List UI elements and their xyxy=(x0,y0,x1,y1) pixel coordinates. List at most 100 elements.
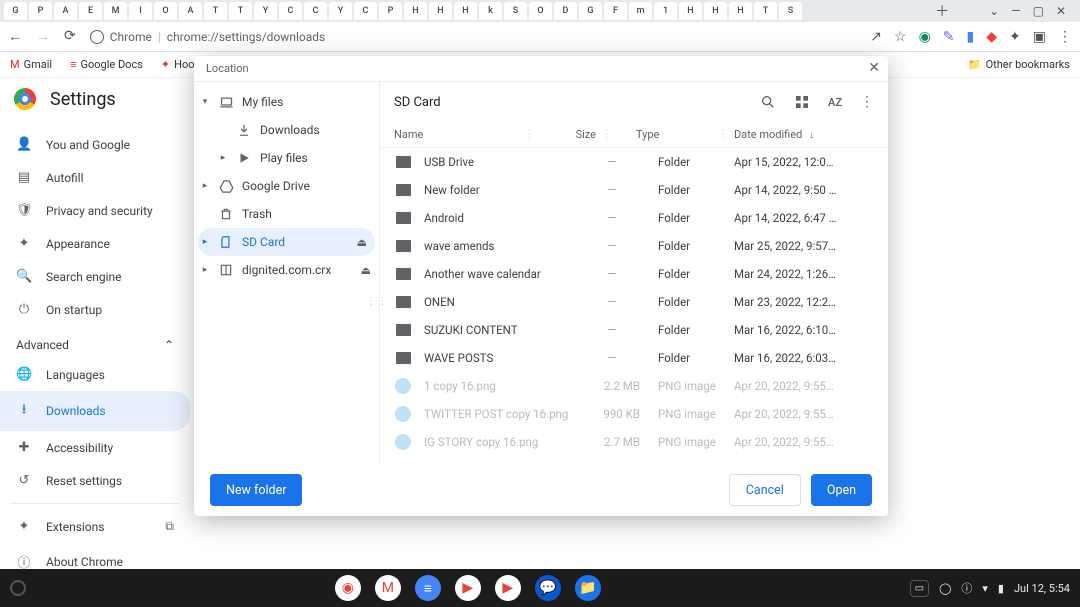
grid-view-icon[interactable] xyxy=(794,94,810,110)
file-size: — xyxy=(584,323,640,337)
file-row[interactable]: SUZUKI CONTENT—FolderMar 16, 2022, 6:10… xyxy=(380,316,888,344)
file-type: Folder xyxy=(640,239,734,253)
tree-label: My files xyxy=(242,95,379,109)
expander-icon[interactable]: ▾ xyxy=(200,97,210,107)
file-row[interactable]: wave amends—FolderMar 25, 2022, 9:57… xyxy=(380,232,888,260)
drag-handle-icon[interactable]: ⋮⋮ xyxy=(366,296,388,307)
file-name: IG STORY copy 16.png xyxy=(424,435,584,449)
file-row[interactable]: ONEN—FolderMar 23, 2022, 12:2… xyxy=(380,288,888,316)
shelf-app-play[interactable]: ▶ xyxy=(495,575,521,601)
expander-icon[interactable]: ▸ xyxy=(218,153,228,163)
tree-item[interactable]: Downloads xyxy=(194,116,379,144)
folder-icon xyxy=(396,184,411,196)
shelf-app-files[interactable]: 📁 xyxy=(575,575,601,601)
expander-icon[interactable]: ▸ xyxy=(200,237,210,247)
tray-overview-icon[interactable]: ▭ xyxy=(910,580,929,597)
file-type: PNG image xyxy=(640,407,734,421)
tree-item[interactable]: ▸Play files xyxy=(194,144,379,172)
close-icon[interactable]: ✕ xyxy=(868,60,880,76)
file-name: 1 copy 16.png xyxy=(424,379,584,393)
tray-status-1[interactable]: ◯ xyxy=(939,582,951,595)
archive-icon xyxy=(218,262,234,278)
tree-item[interactable]: ▸Google Drive xyxy=(194,172,379,200)
more-options-icon[interactable]: ⋮ xyxy=(860,94,874,110)
sort-desc-icon: ↓ xyxy=(809,130,814,141)
sort-az-icon[interactable]: AZ xyxy=(828,96,842,109)
tree-item[interactable]: ▸dignited.com.crx⏏ xyxy=(194,256,379,284)
file-name: USB Drive xyxy=(424,155,584,169)
tree-item[interactable]: Trash xyxy=(194,200,379,228)
drive-icon xyxy=(218,178,234,194)
shelf: ◉ M ≡ ▶ ▶ 💬 📁 ▭ ◯ ⓘ ▾ ▮ Jul 12, 5:54 xyxy=(0,569,1080,607)
file-date: Apr 20, 2022, 9:55… xyxy=(734,379,874,393)
folder-icon xyxy=(396,156,411,168)
col-size[interactable]: Size xyxy=(540,128,596,141)
breadcrumb: SD Card xyxy=(394,95,746,110)
col-type[interactable]: Type xyxy=(618,128,712,141)
play-icon xyxy=(236,150,252,166)
clock[interactable]: Jul 12, 5:54 xyxy=(1014,582,1070,595)
eject-icon[interactable]: ⏏ xyxy=(357,236,375,249)
file-row[interactable]: WAVE POSTS—FolderMar 16, 2022, 6:03… xyxy=(380,344,888,372)
wifi-icon[interactable]: ▾ xyxy=(982,582,988,595)
file-row[interactable]: New folder—FolderApr 14, 2022, 9:50 … xyxy=(380,176,888,204)
file-date: Apr 20, 2022, 9:55… xyxy=(734,407,874,421)
file-type: Folder xyxy=(640,267,734,281)
image-icon xyxy=(395,406,411,422)
file-size: 2.2 MB xyxy=(584,379,640,393)
shelf-app-youtube[interactable]: ▶ xyxy=(455,575,481,601)
new-folder-button[interactable]: New folder xyxy=(210,474,302,506)
file-picker-modal: Location ✕ ▾ My files Downloads▸Play files… xyxy=(194,56,888,516)
modal-title: Location xyxy=(206,62,249,75)
file-row[interactable]: USB Drive—FolderApr 15, 2022, 12:0… xyxy=(380,148,888,176)
file-type: Folder xyxy=(640,211,734,225)
folder-icon xyxy=(396,240,411,252)
docs-icon: ≡ xyxy=(424,580,432,597)
file-size: — xyxy=(584,183,640,197)
shelf-app-messages[interactable]: 💬 xyxy=(535,575,561,601)
battery-icon[interactable]: ▮ xyxy=(998,582,1004,595)
file-type: PNG image xyxy=(640,435,734,449)
file-name: Another wave calendar xyxy=(424,267,584,281)
file-date: Apr 15, 2022, 12:0… xyxy=(734,155,874,169)
file-type: Folder xyxy=(640,323,734,337)
file-row[interactable]: IG STORY copy 16.png2.7 MBPNG imageApr 2… xyxy=(380,428,888,456)
cancel-button[interactable]: Cancel xyxy=(729,474,801,506)
col-date[interactable]: Date modified ↓ xyxy=(734,128,874,141)
file-size: — xyxy=(584,267,640,281)
files-icon: 📁 xyxy=(579,580,596,596)
file-type: Folder xyxy=(640,155,734,169)
youtube-icon: ▶ xyxy=(462,580,473,596)
file-name: Android xyxy=(424,211,584,225)
file-name: TWITTER POST copy 16.png xyxy=(424,407,584,421)
file-row[interactable]: 1 copy 16.png2.2 MBPNG imageApr 20, 2022… xyxy=(380,372,888,400)
file-name: New folder xyxy=(424,183,584,197)
file-date: Mar 16, 2022, 6:10… xyxy=(734,323,874,337)
col-name[interactable]: Name xyxy=(394,128,518,141)
tree-item[interactable]: ▸ SD Card ⏏ xyxy=(198,228,375,256)
expander-icon[interactable]: ▸ xyxy=(200,265,210,275)
search-icon[interactable] xyxy=(760,94,776,110)
file-row[interactable]: TWITTER POST copy 16.png990 KBPNG imageA… xyxy=(380,400,888,428)
play-icon: ▶ xyxy=(502,580,513,596)
launcher-icon[interactable] xyxy=(10,580,26,596)
file-name: WAVE POSTS xyxy=(424,351,584,365)
file-date: Mar 16, 2022, 6:03… xyxy=(734,351,874,365)
file-row[interactable]: Android—FolderApr 14, 2022, 6:47 … xyxy=(380,204,888,232)
shelf-app-docs[interactable]: ≡ xyxy=(415,575,441,601)
tree-item[interactable]: ▾ My files xyxy=(194,88,379,116)
shelf-app-chrome[interactable]: ◉ xyxy=(335,575,361,601)
file-size: 990 KB xyxy=(584,407,640,421)
eject-icon[interactable]: ⏏ xyxy=(361,264,379,277)
file-name: ONEN xyxy=(424,295,584,309)
tree-label: SD Card xyxy=(242,235,349,249)
expander-icon[interactable]: ▸ xyxy=(200,181,210,191)
open-button[interactable]: Open xyxy=(811,474,872,506)
shelf-app-gmail[interactable]: M xyxy=(375,575,401,601)
chrome-icon: ◉ xyxy=(342,580,354,596)
file-row[interactable]: Another wave calendar—FolderMar 24, 2022… xyxy=(380,260,888,288)
folder-icon xyxy=(396,296,411,308)
file-type: Folder xyxy=(640,295,734,309)
tray-status-2[interactable]: ⓘ xyxy=(961,580,972,596)
download-icon xyxy=(236,122,252,138)
